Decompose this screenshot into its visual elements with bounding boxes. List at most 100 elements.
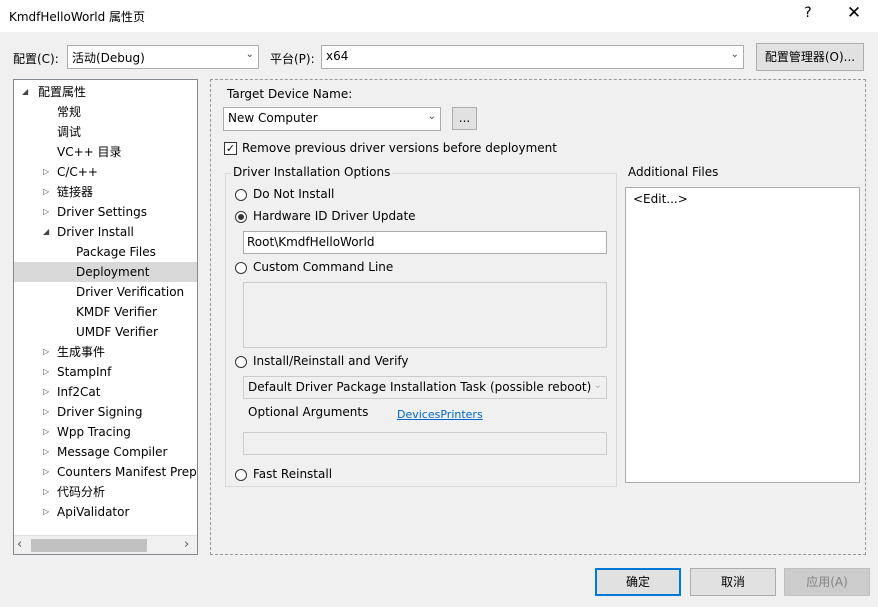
tree-item-label: ApiValidator — [57, 505, 130, 519]
remove-previous-checkbox[interactable]: ✓ — [224, 142, 237, 155]
install-reinstall-label: Install/Reinstall and Verify — [253, 354, 409, 368]
tree-item-label: Counters Manifest Preprocessor — [57, 465, 197, 479]
tree-item-inf2cat[interactable]: ▷ Inf2Cat — [14, 382, 197, 402]
tree-item-driver-install[interactable]: ◢ Driver Install — [14, 222, 197, 242]
collapsed-triangle-icon: ▷ — [43, 367, 50, 376]
tree-item-label: 配置属性 — [38, 85, 87, 99]
install-task-select[interactable]: Default Driver Package Installation Task… — [243, 376, 607, 399]
do-not-install-radio[interactable] — [235, 189, 247, 201]
property-tree: ◢ 配置属性 常规 调试 VC++ 目录 ▷ C/C++ ▷ 链接器 ▷ Dri… — [13, 79, 198, 555]
title-bar: KmdfHelloWorld 属性页 ? ✕ — [0, 0, 878, 32]
tree-horizontal-scrollbar[interactable]: ‹ › — [14, 535, 197, 554]
platform-select-value: x64 — [326, 49, 349, 63]
target-device-select[interactable]: New Computer ⌄ — [223, 107, 441, 131]
collapsed-triangle-icon: ▷ — [43, 507, 50, 516]
collapsed-triangle-icon: ▷ — [43, 407, 50, 416]
custom-command-radio[interactable] — [235, 262, 247, 274]
platform-label: 平台(P): — [270, 52, 315, 66]
config-manager-button[interactable]: 配置管理器(O)... — [756, 43, 864, 71]
tree-item-wpp-tracing[interactable]: ▷ Wpp Tracing — [14, 422, 197, 442]
tree-item-label: Driver Signing — [57, 405, 143, 419]
collapsed-triangle-icon: ▷ — [43, 387, 50, 396]
tree-item-label: Driver Settings — [57, 205, 147, 219]
devices-printers-link[interactable]: DevicesPrinters — [397, 408, 483, 421]
chevron-down-icon: ⌄ — [593, 380, 602, 391]
tree-item-deployment[interactable]: Deployment — [14, 262, 197, 282]
platform-select[interactable]: x64 ⌄ — [321, 45, 744, 69]
config-select[interactable]: 活动(Debug) ⌄ — [67, 45, 259, 69]
tree-item-label: 代码分析 — [57, 485, 106, 499]
cancel-button[interactable]: 取消 — [690, 568, 776, 596]
tree-item-linker[interactable]: ▷ 链接器 — [14, 182, 197, 202]
additional-files-edit[interactable]: <Edit...> — [633, 192, 688, 206]
tree-item-config-properties[interactable]: ◢ 配置属性 — [14, 82, 197, 102]
scrollbar-thumb[interactable] — [31, 539, 147, 552]
collapsed-triangle-icon: ▷ — [43, 487, 50, 496]
collapsed-triangle-icon: ▷ — [43, 347, 50, 356]
expanded-triangle-icon: ◢ — [43, 227, 50, 236]
config-label: 配置(C): — [13, 52, 59, 66]
tree-item-label: C/C++ — [57, 165, 98, 179]
target-device-value: New Computer — [228, 111, 318, 125]
ok-button[interactable]: 确定 — [595, 568, 681, 596]
tree-item-driver-settings[interactable]: ▷ Driver Settings — [14, 202, 197, 222]
optional-args-input[interactable] — [243, 432, 607, 455]
collapsed-triangle-icon: ▷ — [43, 207, 50, 216]
install-options-title: Driver Installation Options — [231, 165, 393, 179]
custom-command-input[interactable] — [243, 282, 607, 348]
scroll-left-icon[interactable]: ‹ — [17, 537, 22, 552]
tree-item-apivalidator[interactable]: ▷ ApiValidator — [14, 502, 197, 522]
chevron-down-icon: ⌄ — [730, 49, 739, 60]
tree-item-build-events[interactable]: ▷ 生成事件 — [14, 342, 197, 362]
tree-item-driver-signing[interactable]: ▷ Driver Signing — [14, 402, 197, 422]
collapsed-triangle-icon: ▷ — [43, 427, 50, 436]
hardware-id-input[interactable]: Root\KmdfHelloWorld — [243, 231, 607, 254]
window-title: KmdfHelloWorld 属性页 — [9, 10, 146, 24]
target-device-label: Target Device Name: — [227, 87, 353, 101]
tree-item-driver-verification[interactable]: Driver Verification — [76, 282, 184, 302]
tree-item-label: Wpp Tracing — [57, 425, 131, 439]
tree-item-counters-manifest[interactable]: ▷ Counters Manifest Preprocessor — [14, 462, 197, 482]
hardware-id-label: Hardware ID Driver Update — [253, 209, 416, 223]
tree-item-label: StampInf — [57, 365, 112, 379]
do-not-install-label: Do Not Install — [253, 187, 335, 201]
apply-button[interactable]: 应用(A) — [784, 568, 870, 596]
optional-args-label: Optional Arguments — [248, 405, 369, 419]
fast-reinstall-label: Fast Reinstall — [253, 467, 333, 481]
chevron-down-icon: ⌄ — [427, 111, 436, 122]
install-reinstall-radio[interactable] — [235, 356, 247, 368]
tree-item-umdf-verifier[interactable]: UMDF Verifier — [76, 322, 158, 342]
collapsed-triangle-icon: ▷ — [43, 167, 50, 176]
hardware-id-radio[interactable] — [235, 211, 247, 223]
remove-previous-label: Remove previous driver versions before d… — [242, 141, 557, 155]
help-button[interactable]: ? — [800, 5, 816, 21]
tree-item-kmdf-verifier[interactable]: KMDF Verifier — [76, 302, 157, 322]
scroll-right-icon[interactable]: › — [184, 537, 189, 552]
install-task-value: Default Driver Package Installation Task… — [248, 380, 592, 394]
chevron-down-icon: ⌄ — [245, 49, 254, 60]
tree-item-code-analysis[interactable]: ▷ 代码分析 — [14, 482, 197, 502]
tree-item-label: Message Compiler — [57, 445, 168, 459]
tree-item-label: Driver Install — [57, 225, 134, 239]
tree-item-label: 生成事件 — [57, 345, 106, 359]
collapsed-triangle-icon: ▷ — [43, 447, 50, 456]
close-button[interactable]: ✕ — [844, 3, 864, 23]
config-select-value: 活动(Debug) — [72, 51, 145, 65]
tree-item-cpp[interactable]: ▷ C/C++ — [14, 162, 197, 182]
tree-item-label: Deployment — [76, 265, 150, 279]
tree-item-package-files[interactable]: Package Files — [76, 242, 156, 262]
additional-files-label: Additional Files — [628, 165, 719, 179]
additional-files-list[interactable]: <Edit...> — [625, 187, 860, 483]
fast-reinstall-radio[interactable] — [235, 469, 247, 481]
tree-item-label: 链接器 — [57, 185, 94, 199]
tree-item-general[interactable]: 常规 — [57, 102, 81, 122]
custom-command-label: Custom Command Line — [253, 260, 394, 274]
tree-item-stampinf[interactable]: ▷ StampInf — [14, 362, 197, 382]
browse-button[interactable]: ... — [452, 107, 477, 130]
expanded-triangle-icon: ◢ — [22, 87, 29, 96]
tree-item-debugging[interactable]: 调试 — [57, 122, 81, 142]
tree-item-vc-directories[interactable]: VC++ 目录 — [57, 142, 122, 162]
tree-item-message-compiler[interactable]: ▷ Message Compiler — [14, 442, 197, 462]
tree-item-label: Inf2Cat — [57, 385, 101, 399]
collapsed-triangle-icon: ▷ — [43, 187, 50, 196]
